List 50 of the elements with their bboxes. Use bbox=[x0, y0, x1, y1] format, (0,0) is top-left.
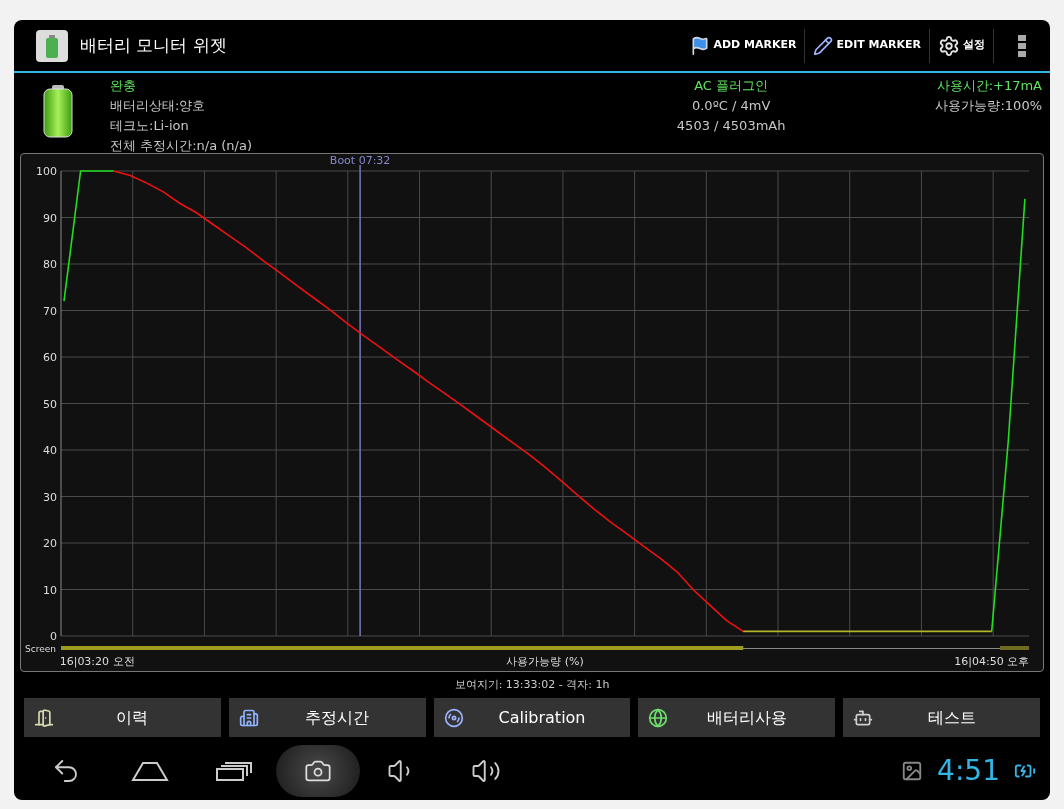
bottom-button[interactable]: 이력 bbox=[24, 698, 221, 737]
status-text: 배터리상태:양호 bbox=[110, 97, 207, 115]
status-text: 사용시간:+17mA bbox=[936, 77, 1042, 95]
axis-title: 사용가능량 (%) bbox=[506, 655, 584, 668]
menu-icon bbox=[1018, 34, 1026, 57]
status-text: 사용가능량:100% bbox=[935, 97, 1042, 115]
axis-label: 100 bbox=[36, 165, 57, 178]
bottom-button[interactable]: 배터리사용 bbox=[638, 698, 836, 737]
axis-label: 10 bbox=[43, 583, 57, 597]
axis-label: 0 bbox=[50, 630, 57, 643]
status-text: 완충 bbox=[110, 77, 137, 95]
globe-icon bbox=[648, 707, 669, 728]
building-icon bbox=[238, 707, 259, 728]
app-title: 배터리 모니터 위젯 bbox=[80, 33, 227, 57]
home-icon bbox=[131, 759, 169, 782]
door-icon bbox=[34, 707, 54, 728]
axis-label: 50 bbox=[43, 397, 57, 411]
boot-marker-label: Boot 07:32 bbox=[329, 154, 391, 167]
axis-label: 20 bbox=[43, 537, 57, 550]
recents-icon bbox=[215, 759, 253, 782]
axis-label: 16|04:50 오후 bbox=[954, 655, 1030, 668]
bottom-button[interactable]: 테스트 bbox=[843, 698, 1040, 737]
bottom-button[interactable]: 추정시간 bbox=[228, 698, 426, 737]
action-button[interactable]: 설정 bbox=[930, 28, 994, 63]
battery-icon bbox=[42, 84, 74, 138]
gallery-icon bbox=[901, 759, 924, 782]
view-info-text: 보여지기: 13:33:02 - 격자: 1h bbox=[453, 678, 611, 692]
settings-icon bbox=[938, 34, 960, 57]
axis-label: 30 bbox=[43, 490, 57, 504]
action-button[interactable]: EDIT MARKER bbox=[805, 28, 930, 63]
pencil-icon bbox=[813, 35, 834, 56]
clock: 4:51 bbox=[937, 752, 1000, 789]
bottom-button[interactable]: Calibration bbox=[433, 698, 631, 737]
axis-label: 70 bbox=[43, 304, 57, 318]
status-text: 4503 / 4503mAh bbox=[676, 117, 786, 135]
axis-label: 16|03:20 오전 bbox=[59, 655, 135, 668]
disc-icon bbox=[443, 707, 464, 728]
status-text: AC 플러그인 bbox=[694, 77, 769, 95]
screen-label: Screen bbox=[25, 644, 56, 654]
app-icon bbox=[34, 27, 70, 64]
axis-label: 60 bbox=[43, 351, 57, 364]
flag-icon bbox=[690, 35, 711, 56]
nav-button[interactable] bbox=[276, 744, 360, 797]
action-button[interactable]: ADD MARKER bbox=[682, 28, 806, 63]
axis-label: 90 bbox=[43, 211, 57, 225]
status-text: 0.0ºC / 4mV bbox=[691, 97, 771, 115]
axis-label: 80 bbox=[43, 258, 57, 271]
axis-label: 40 bbox=[43, 444, 57, 457]
status-text: 전체 추정시간:n/a (n/a) bbox=[110, 137, 252, 155]
status-text: 테크노:Li-ion bbox=[110, 117, 190, 135]
